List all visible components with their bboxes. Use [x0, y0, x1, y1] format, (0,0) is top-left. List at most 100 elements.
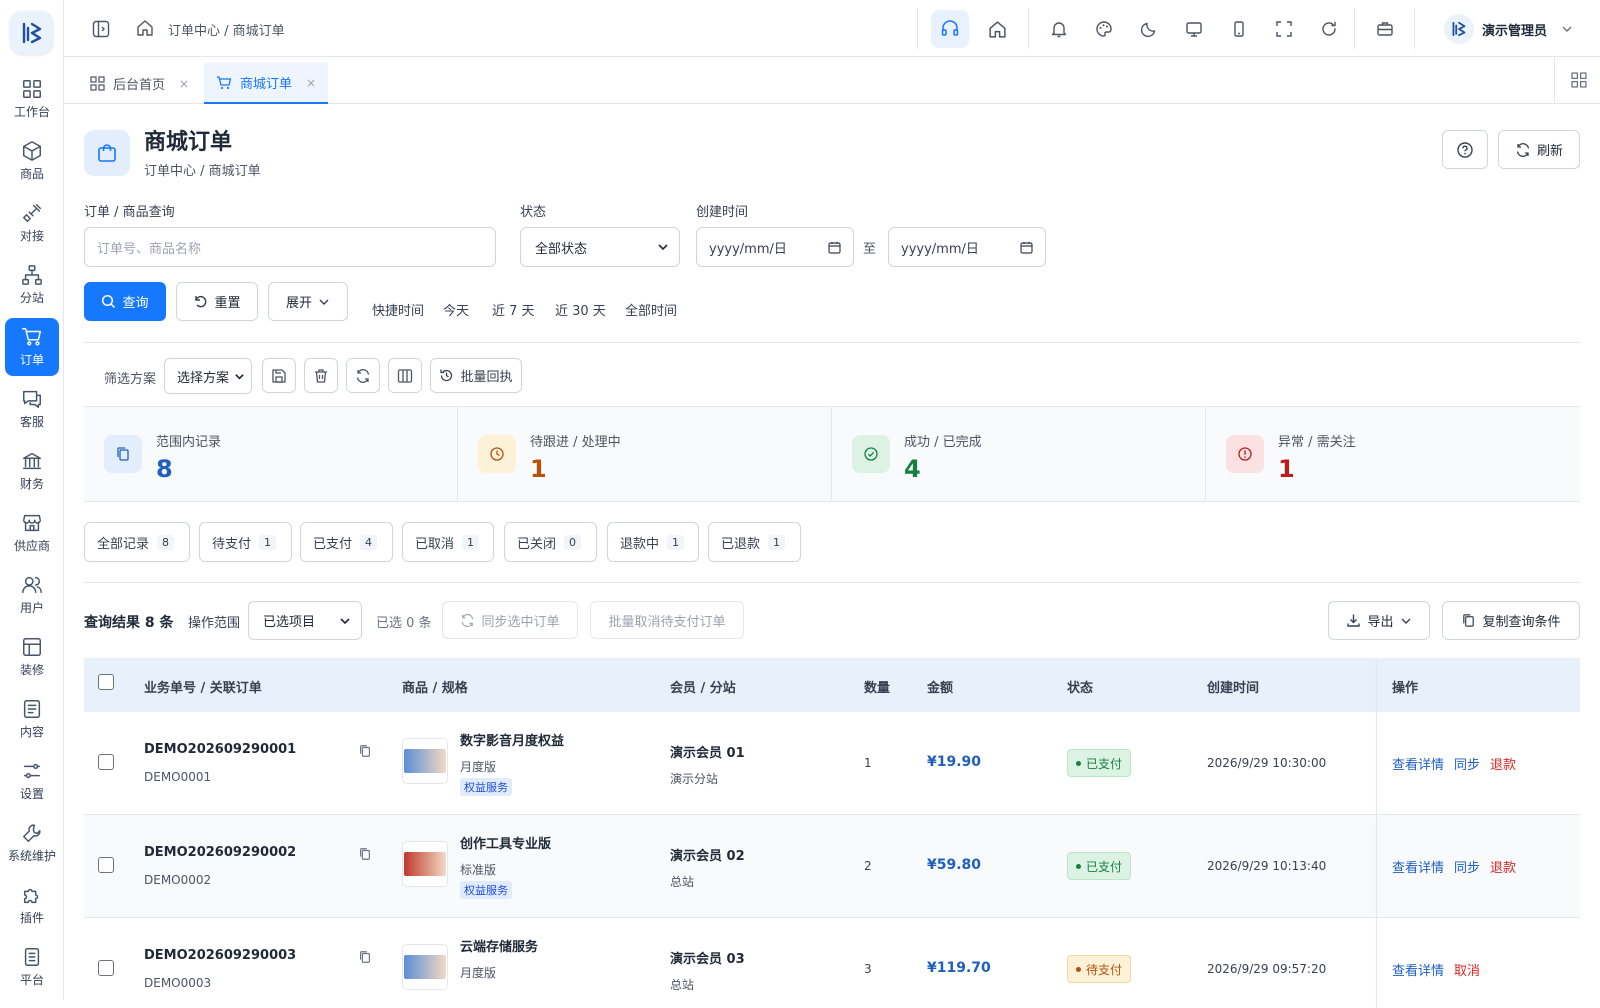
chevron-down-icon [658, 244, 668, 251]
help-button[interactable] [1442, 130, 1488, 169]
sync-icon [462, 613, 474, 627]
search-button[interactable]: 查询 [84, 282, 166, 321]
app-logo[interactable] [10, 11, 53, 54]
date-to-input[interactable]: yyyy/mm/日 [888, 227, 1046, 267]
delete-scheme-button[interactable] [304, 358, 338, 393]
user-menu[interactable]: 演示管理员 [1444, 11, 1573, 47]
wrench-icon [21, 822, 43, 844]
row-action-0[interactable]: 查看详情 [1392, 857, 1444, 876]
sidebar-item-chat[interactable]: 客服 [5, 380, 59, 438]
topbar-divider [1354, 8, 1355, 49]
batch-cancel-button[interactable]: 批量取消待支付订单 [590, 601, 744, 639]
date-from-input[interactable]: yyyy/mm/日 [696, 227, 854, 267]
status-filter-chip[interactable]: 退款中 1 [607, 522, 699, 562]
batch-cancel-label: 批量取消待支付订单 [608, 614, 726, 630]
scheme-select[interactable]: 选择方案 [164, 358, 252, 394]
palette-icon[interactable] [1085, 10, 1123, 48]
status-select[interactable]: 全部状态 [520, 227, 680, 267]
reload-icon[interactable] [1310, 10, 1348, 48]
row-action-0[interactable]: 查看详情 [1392, 754, 1444, 773]
chevron-down-icon [319, 299, 329, 305]
fullscreen-icon[interactable] [1265, 10, 1303, 48]
row-checkbox[interactable] [98, 857, 114, 873]
row-checkbox[interactable] [98, 754, 114, 770]
tab-close-icon[interactable]: × [179, 77, 189, 91]
copy-icon[interactable] [358, 950, 372, 964]
sidebar-item-platform[interactable]: 平台 [5, 938, 59, 996]
sidebar-item-store[interactable]: 供应商 [5, 504, 59, 562]
sidebar-item-box[interactable]: 商品 [5, 132, 59, 190]
sidebar-item-puzzle[interactable]: 插件 [5, 876, 59, 934]
row-action-1[interactable]: 同步 [1454, 754, 1480, 773]
tab-mall-orders[interactable]: 商城订单 × [204, 63, 329, 104]
chip-count: 1 [259, 534, 277, 550]
reset-button-label: 重置 [214, 296, 241, 311]
desktop-icon[interactable] [1175, 10, 1213, 48]
export-button[interactable]: 导出 [1328, 601, 1430, 640]
search-input[interactable]: 订单号、商品名称 [84, 227, 496, 267]
copy-icon[interactable] [358, 744, 372, 758]
expand-button[interactable]: 展开 [268, 282, 348, 321]
mobile-icon[interactable] [1220, 10, 1258, 48]
moon-icon[interactable] [1130, 10, 1168, 48]
quick-today[interactable]: 今天 [443, 300, 469, 319]
sidebar-item-plug[interactable]: 对接 [5, 194, 59, 252]
status-filter-chip[interactable]: 待支付 1 [199, 522, 292, 562]
clock-icon [478, 435, 516, 473]
sidebar-item-cart[interactable]: 订单 [5, 318, 59, 376]
row-action-2[interactable]: 退款 [1490, 857, 1516, 876]
briefcase-icon[interactable] [1366, 10, 1404, 48]
home-breadcrumb-icon[interactable] [136, 19, 154, 37]
home-icon[interactable] [978, 10, 1016, 48]
sidebar-item-dashboard[interactable]: 工作台 [5, 70, 59, 128]
sync-selected-button[interactable]: 同步选中订单 [442, 601, 578, 639]
chevron-down-icon [1401, 618, 1410, 624]
divider [84, 342, 1580, 343]
save-scheme-button[interactable] [262, 358, 296, 393]
tab-home[interactable]: 后台首页 × [78, 63, 201, 104]
row-action-1[interactable]: 同步 [1454, 857, 1480, 876]
select-all-checkbox[interactable] [98, 674, 114, 690]
bell-icon[interactable] [1040, 10, 1078, 48]
refresh-label: 刷新 [1536, 144, 1563, 159]
sidebar-item-sliders[interactable]: 设置 [5, 752, 59, 810]
refresh-button[interactable]: 刷新 [1498, 130, 1580, 169]
sidebar-item-layout[interactable]: 装修 [5, 628, 59, 686]
platform-icon [21, 946, 43, 968]
quick-7days[interactable]: 近 7 天 [492, 300, 535, 319]
row-checkbox[interactable] [98, 960, 114, 976]
product-name[interactable]: 数字影音月度权益 [460, 730, 564, 749]
status-filter-chip[interactable]: 已关闭 0 [504, 522, 597, 562]
sidebar-item-document[interactable]: 内容 [5, 690, 59, 748]
sidebar-toggle-icon[interactable] [82, 10, 120, 48]
sidebar-item-wrench[interactable]: 系统维护 [5, 814, 59, 872]
batch-receipt-button[interactable]: 批量回执 [430, 358, 522, 393]
sync-scheme-button[interactable] [346, 358, 380, 393]
sidebar-item-users[interactable]: 用户 [5, 566, 59, 624]
row-action-1[interactable]: 取消 [1454, 960, 1480, 979]
status-filter-chip[interactable]: 全部记录 8 [84, 522, 190, 562]
sidebar-item-sitemap[interactable]: 分站 [5, 256, 59, 314]
product-name[interactable]: 创作工具专业版 [460, 833, 551, 852]
status-filter-chip[interactable]: 已取消 1 [402, 522, 494, 562]
headset-icon[interactable] [931, 10, 969, 48]
scope-select[interactable]: 已选项目 [248, 601, 362, 640]
tab-close-icon[interactable]: × [306, 76, 316, 90]
quick-30days[interactable]: 近 30 天 [555, 300, 606, 319]
columns-button[interactable] [388, 358, 422, 393]
reset-button[interactable]: 重置 [176, 282, 258, 321]
product-name[interactable]: 云端存储服务 [460, 936, 538, 955]
copy-icon[interactable] [358, 847, 372, 861]
tabs-grid-icon[interactable] [1571, 72, 1587, 88]
status-filter-chip[interactable]: 已支付 4 [300, 522, 393, 562]
row-action-2[interactable]: 退款 [1490, 754, 1516, 773]
status-filter-chip[interactable]: 已退款 1 [708, 522, 801, 562]
row-action-0[interactable]: 查看详情 [1392, 960, 1444, 979]
quick-all-time[interactable]: 全部时间 [625, 300, 677, 319]
chip-label: 待支付 [212, 536, 252, 552]
sidebar-item-bank[interactable]: 财务 [5, 442, 59, 500]
col-created: 创建时间 [1207, 681, 1260, 696]
order-number: DEMO202609290002 [144, 845, 297, 860]
chevron-down-icon [1561, 23, 1573, 35]
copy-query-button[interactable]: 复制查询条件 [1442, 601, 1580, 640]
